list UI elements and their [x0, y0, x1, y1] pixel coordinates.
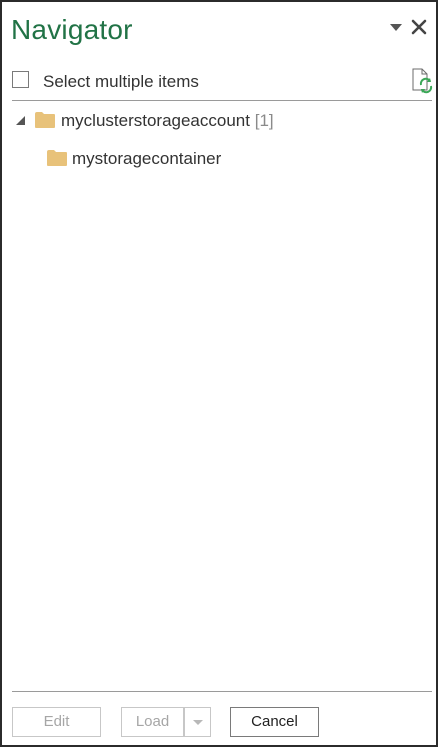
- navigator-pane: Navigator Select multiple items mycluste…: [0, 0, 438, 747]
- select-multiple-checkbox[interactable]: [12, 71, 29, 88]
- folder-icon: [35, 112, 55, 128]
- chevron-down-icon: [193, 720, 203, 725]
- tree-node-root[interactable]: myclusterstorageaccount [1]: [16, 110, 316, 132]
- expanded-triangle-icon[interactable]: [16, 116, 25, 125]
- tree-node-label: mystoragecontainer: [72, 149, 222, 168]
- select-multiple-label: Select multiple items: [43, 72, 199, 91]
- close-icon[interactable]: [411, 18, 427, 36]
- folder-icon: [47, 150, 67, 166]
- tree-node-count: [1]: [254, 111, 274, 130]
- footer-divider: [12, 691, 432, 692]
- tree-node-child[interactable]: mystoragecontainer: [46, 148, 296, 170]
- load-button[interactable]: Load: [121, 707, 184, 737]
- chevron-down-icon[interactable]: [390, 24, 402, 31]
- page-title: Navigator: [11, 14, 133, 45]
- edit-button[interactable]: Edit: [12, 707, 101, 737]
- cancel-button[interactable]: Cancel: [230, 707, 319, 737]
- load-dropdown-button[interactable]: [184, 707, 211, 737]
- tree-node-label: myclusterstorageaccount: [61, 111, 250, 130]
- header-divider: [12, 100, 432, 101]
- refresh-icon[interactable]: [410, 68, 434, 94]
